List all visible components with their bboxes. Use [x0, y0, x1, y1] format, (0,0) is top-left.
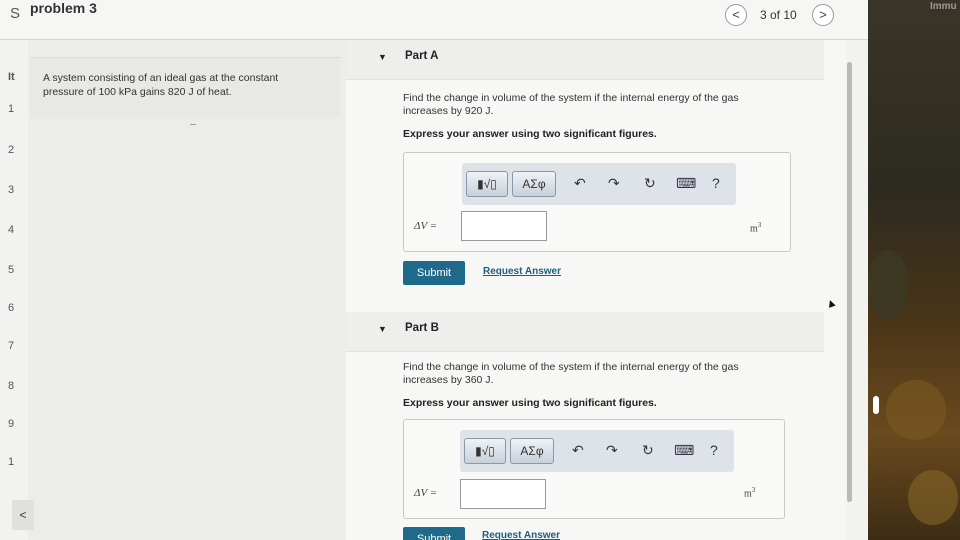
part-b-header[interactable]: ▼ Part B [346, 312, 824, 352]
question-line: increases by 920 J. [403, 105, 494, 117]
part-a-answer-input[interactable] [461, 211, 547, 241]
part-a-answer-box: ▮√▯ ΑΣφ ↶ ↷ ↻ ⌨ ? ΔV = m3 [403, 152, 791, 252]
problem-statement: A system consisting of an ideal gas at t… [43, 71, 328, 99]
reset-icon[interactable]: ↻ [642, 442, 654, 459]
background-photo [868, 0, 960, 540]
header-bar: S problem 3 < 3 of 10 > [0, 0, 868, 40]
part-b-answer-input[interactable] [460, 479, 546, 509]
next-problem-button[interactable]: > [812, 4, 834, 26]
part-a-instruction: Express your answer using two significan… [403, 128, 657, 140]
question-line: increases by 360 J. [403, 374, 494, 386]
scrollbar[interactable] [847, 62, 852, 502]
item-number[interactable]: 3 [8, 184, 14, 196]
keyboard-icon[interactable]: ⌨ [674, 442, 694, 459]
question-line: Find the change in volume of the system … [403, 92, 739, 104]
undo-icon[interactable]: ↶ [574, 175, 586, 192]
item-number[interactable]: 5 [8, 264, 14, 276]
problem-counter: 3 of 10 [760, 8, 797, 22]
collapse-arrow-icon[interactable]: ▼ [378, 324, 387, 334]
item-number[interactable]: 1 [8, 103, 14, 115]
background-blob [908, 470, 958, 525]
templates-button[interactable]: ▮√▯ [464, 438, 506, 464]
divider [190, 124, 196, 125]
help-icon[interactable]: ? [712, 175, 720, 191]
part-b-label: Part B [405, 322, 439, 334]
item-number[interactable]: 7 [8, 340, 14, 352]
reset-icon[interactable]: ↻ [644, 175, 656, 192]
item-number[interactable]: 4 [8, 224, 14, 236]
item-number[interactable]: 9 [8, 418, 14, 430]
edge-letter: S [10, 5, 21, 22]
delta-v-label: ΔV = [414, 220, 438, 232]
question-line: Find the change in volume of the system … [403, 361, 739, 373]
item-number[interactable]: 1 [8, 456, 14, 468]
unit-exponent: 3 [751, 486, 756, 494]
background-blob [886, 380, 946, 440]
help-icon[interactable]: ? [710, 442, 718, 458]
redo-icon[interactable]: ↷ [606, 442, 618, 459]
scroll-handle[interactable] [873, 396, 879, 414]
redo-icon[interactable]: ↷ [608, 175, 620, 192]
item-number[interactable]: 2 [8, 144, 14, 156]
prev-problem-button[interactable]: < [725, 4, 747, 26]
math-toolbar: ▮√▯ ΑΣφ ↶ ↷ ↻ ⌨ ? [462, 163, 736, 205]
overflow-window-label: Immu [930, 1, 957, 12]
greek-symbols-button[interactable]: ΑΣφ [510, 438, 554, 464]
part-b-submit-button[interactable]: Submit [403, 527, 465, 540]
problem-line: pressure of 100 kPa gains 820 J of heat. [43, 86, 232, 98]
unit-label: m3 [744, 486, 755, 499]
part-a-label: Part A [405, 50, 439, 62]
item-number[interactable]: 6 [8, 302, 14, 314]
delta-v-label: ΔV = [414, 487, 438, 499]
item-number[interactable]: 8 [8, 380, 14, 392]
item-number-list: It 1 2 3 4 5 6 7 8 9 1 [0, 60, 28, 540]
part-b-request-answer-link[interactable]: Request Answer [482, 530, 560, 540]
greek-symbols-button[interactable]: ΑΣφ [512, 171, 556, 197]
unit-base: m [750, 223, 758, 235]
math-toolbar: ▮√▯ ΑΣφ ↶ ↷ ↻ ⌨ ? [460, 430, 734, 472]
templates-button[interactable]: ▮√▯ [466, 171, 508, 197]
problem-page: S problem 3 < 3 of 10 > It 1 2 3 4 5 6 7… [0, 0, 868, 540]
part-a-request-answer-link[interactable]: Request Answer [483, 266, 561, 277]
part-a-submit-button[interactable]: Submit [403, 261, 465, 285]
item-number[interactable]: It [8, 71, 15, 83]
background-blob [868, 250, 908, 320]
page-title: problem 3 [30, 0, 97, 16]
part-b-question: Find the change in volume of the system … [403, 361, 803, 387]
part-a-question: Find the change in volume of the system … [403, 92, 803, 118]
problem-line: A system consisting of an ideal gas at t… [43, 72, 279, 84]
collapse-panel-button[interactable]: < [12, 500, 34, 530]
unit-base: m [744, 488, 752, 500]
part-b-instruction: Express your answer using two significan… [403, 397, 657, 409]
keyboard-icon[interactable]: ⌨ [676, 175, 696, 192]
part-a-header[interactable]: ▼ Part A [346, 40, 824, 80]
unit-exponent: 3 [757, 221, 762, 229]
unit-label: m3 [750, 221, 761, 234]
part-b-answer-box: ▮√▯ ΑΣφ ↶ ↷ ↻ ⌨ ? ΔV = m3 [403, 419, 785, 519]
undo-icon[interactable]: ↶ [572, 442, 584, 459]
collapse-arrow-icon[interactable]: ▼ [378, 52, 387, 62]
